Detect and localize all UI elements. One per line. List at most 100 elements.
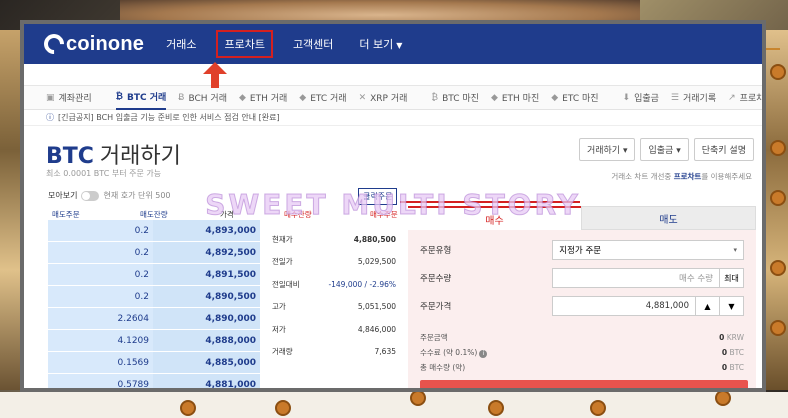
page-title: BTC 거래하기 <box>46 138 181 170</box>
fee-amount: 0 BTC <box>722 348 744 357</box>
total-value: 0 <box>721 363 728 372</box>
title-buttons: 거래하기 ▾ 입출금 ▾ 단축키 설명 <box>574 138 754 161</box>
min-order-note: 최소 0.0001 BTC 부터 주문 가능 <box>46 169 162 178</box>
subnav-label: BTC 마진 <box>442 94 479 104</box>
trade-content: 모아보기 현재 호가 단위 500 클릭주문 매도주문 매도잔량 가격 매수잔량… <box>24 188 762 388</box>
chevron-up-icon: ▲ <box>704 301 711 311</box>
fee-unit: BTC <box>729 348 744 357</box>
submit-buy-button[interactable]: 지정가 매수 <box>420 380 748 388</box>
ask-qty: 0.2 <box>48 286 153 307</box>
stat-row: 전일대비 -149,000 / -2.96% <box>266 273 402 296</box>
nav-support[interactable]: 고객센터 <box>287 32 339 56</box>
nav-more[interactable]: 더 보기 ▼ <box>353 32 408 56</box>
order-amount: 0 KRW <box>719 333 744 342</box>
caret-down-icon: ▾ <box>676 146 681 156</box>
circuit-dot <box>770 140 786 156</box>
total-row: 총 매수량 (약) 0 BTC <box>420 360 744 375</box>
browser-window: coinone 거래소 프로차트 고객센터 더 보기 ▼ ▣ 계좌관리 ₿ BTC 거… <box>20 20 766 392</box>
ask-row[interactable]: 0.2 4,891,500 <box>48 264 260 286</box>
ask-row[interactable]: 0.2 4,890,500 <box>48 286 260 308</box>
coinone-logo[interactable]: coinone <box>39 29 145 59</box>
subnav-eth-margin[interactable]: ◆ ETH 마진 <box>491 91 539 105</box>
ask-row[interactable]: 4.1209 4,888,000 <box>48 330 260 352</box>
order-qty-row: 주문수량 매수 수량 최대 <box>420 264 744 292</box>
header-sell-orders: 매도주문 <box>52 210 80 219</box>
deposit-dropdown-button[interactable]: 입출금 ▾ <box>640 138 689 161</box>
price-up-button[interactable]: ▲ <box>696 296 720 316</box>
aggregate-toggle[interactable] <box>81 190 100 201</box>
background-left-strip <box>0 30 20 390</box>
fee-row: 수수료 (약 0.1%) i 0 BTC <box>420 345 744 360</box>
order-amount-label: 주문금액 <box>420 333 448 342</box>
stat-label: 전일대비 <box>272 279 300 289</box>
top-nav: coinone 거래소 프로차트 고객센터 더 보기 ▼ <box>24 24 762 64</box>
subnav-deposit-withdraw[interactable]: ⬇ 입출금 <box>623 91 659 105</box>
stat-label: 전일가 <box>272 257 293 267</box>
trade-dropdown-button[interactable]: 거래하기 ▾ <box>578 138 636 161</box>
notice-bar[interactable]: ⓘ [긴급공지] BCH 입출금 기능 준비로 인한 서비스 점검 안내 [완료… <box>24 110 762 126</box>
tab-sell[interactable]: 매도 <box>581 206 756 230</box>
shortcut-help-button[interactable]: 단축키 설명 <box>693 138 754 161</box>
bitcoin-icon: ₿ <box>115 92 123 102</box>
ask-row[interactable]: 0.5789 4,881,000 <box>48 374 260 388</box>
sum-row: 주문금액 0 KRW <box>420 330 744 345</box>
ask-row[interactable]: 2.2604 4,890,000 <box>48 308 260 330</box>
click-order-button[interactable]: 클릭주문 <box>358 188 398 205</box>
trade-dropdown-label: 거래하기 <box>586 146 621 156</box>
subnav-label: ETH 거래 <box>249 94 288 104</box>
header-price: 가격 <box>220 210 234 219</box>
ask-row[interactable]: 0.2 4,893,000 <box>48 220 260 242</box>
subnav-prochart[interactable]: ↗프로차트 <box>728 91 765 105</box>
xrp-icon: ✕ <box>358 92 367 103</box>
circuit-dot <box>410 390 426 406</box>
tab-buy[interactable]: 매수 <box>408 206 581 230</box>
subnav-eth-trade[interactable]: ◆ ETH 거래 <box>239 91 288 105</box>
stat-label: 고가 <box>272 302 286 312</box>
subnav-btc-trade[interactable]: ₿ BTC 거래 <box>115 85 167 110</box>
subnav-label: 거래기록 <box>683 94 717 104</box>
stat-row: 전일가 5,029,500 <box>266 251 402 274</box>
list-icon: ☰ <box>670 92 679 103</box>
nav-prochart[interactable]: 프로차트 <box>216 30 273 58</box>
circuit-dot <box>770 320 786 336</box>
market-stats: 현재가 4,880,500 전일가 5,029,500 전일대비 -149,000 /… <box>266 228 402 363</box>
subnav-etc-margin[interactable]: ◆ ETC 마진 <box>551 91 598 105</box>
nav-exchange[interactable]: 거래소 <box>160 32 202 56</box>
info-icon[interactable]: i <box>479 350 488 358</box>
ask-price: 4,892,500 <box>153 242 260 263</box>
subnav-xrp-trade[interactable]: ✕ XRP 거래 <box>358 91 408 105</box>
subnav-btc-margin[interactable]: ₿ BTC 마진 <box>431 91 479 104</box>
chevron-down-icon: ▼ <box>728 301 735 311</box>
ask-row[interactable]: 0.2 4,892,500 <box>48 242 260 264</box>
subnav-history[interactable]: ☰ 거래기록 <box>670 91 717 105</box>
ask-price: 4,890,500 <box>153 286 260 307</box>
order-price-group: 4,881,000 ▲ ▼ <box>552 296 744 316</box>
stat-row: 거래량 7,635 <box>266 341 402 364</box>
ask-row[interactable]: 0.1569 4,885,000 <box>48 352 260 374</box>
price-down-button[interactable]: ▼ <box>720 296 744 316</box>
order-type-row: 주문유형 지정가 주문 ▾ <box>420 236 744 264</box>
order-tabs: 매수 매도 <box>408 206 756 230</box>
order-qty-label: 주문수량 <box>420 274 452 284</box>
stat-value: 4,880,500 <box>353 234 396 244</box>
order-price-input[interactable]: 4,881,000 <box>552 296 696 316</box>
order-form: 주문유형 지정가 주문 ▾ 주문수량 매수 수량 최대 주문가격 4,881,0… <box>408 230 756 388</box>
order-type-select[interactable]: 지정가 주문 ▾ <box>552 240 744 260</box>
order-amount-unit: KRW <box>726 333 744 342</box>
ask-qty: 0.2 <box>48 264 153 285</box>
deposit-dropdown-label: 입출금 <box>648 146 674 156</box>
price-unit-label: 현재 호가 단위 500 <box>103 191 171 200</box>
max-qty-button[interactable]: 최대 <box>720 268 744 288</box>
total-amount: 0 BTC <box>722 363 744 372</box>
header-sell-qty: 매도잔량 <box>140 210 168 219</box>
circuit-dot <box>275 400 291 416</box>
logo-text: coinone <box>66 32 145 55</box>
stat-value: 5,029,500 <box>357 257 396 267</box>
subnav-bch-trade[interactable]: Ƀ BCH 거래 <box>178 91 227 105</box>
subnav-etc-trade[interactable]: ◆ ETC 거래 <box>299 91 346 105</box>
prochart-link[interactable]: 프로차트 <box>674 172 702 181</box>
order-qty-input[interactable]: 매수 수량 <box>552 268 720 288</box>
subnav-account[interactable]: ▣ 계좌관리 <box>46 91 92 105</box>
ask-qty: 0.2 <box>48 242 153 263</box>
subnav-label: 프로차트 <box>739 94 765 104</box>
